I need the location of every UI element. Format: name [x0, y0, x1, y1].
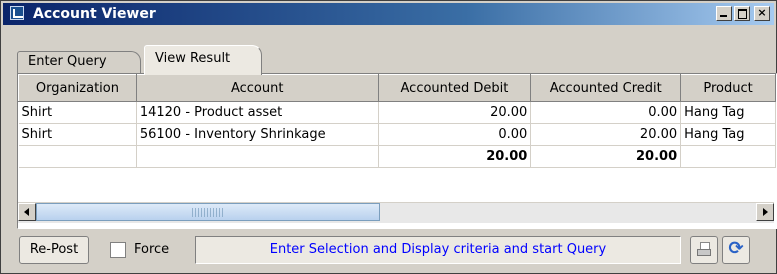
- close-button[interactable]: ×: [754, 6, 770, 21]
- refresh-button[interactable]: ⟳: [722, 236, 750, 264]
- tab-view-result[interactable]: View Result: [144, 45, 262, 75]
- repost-button[interactable]: Re-Post: [19, 236, 89, 264]
- horizontal-scrollbar[interactable]: [18, 202, 774, 223]
- tab-enter-query[interactable]: Enter Query: [17, 51, 141, 73]
- total-credit: 20.00: [530, 145, 682, 168]
- column-header-accounted-debit[interactable]: Accounted Debit: [377, 74, 532, 102]
- cell-organization[interactable]: Shirt: [18, 123, 137, 146]
- cell-empty: [680, 145, 776, 168]
- cell-account[interactable]: 14120 - Product asset: [136, 101, 379, 124]
- totals-row: 20.00 20.00: [18, 145, 776, 168]
- status-message: Enter Selection and Display criteria and…: [195, 236, 681, 264]
- force-checkbox[interactable]: [110, 242, 126, 258]
- table-row[interactable]: Shirt 14120 - Product asset 20.00 0.00 H…: [18, 101, 776, 124]
- refresh-icon: ⟳: [728, 238, 744, 259]
- result-table: Organization Account Accounted Debit Acc…: [18, 74, 776, 168]
- title-bar[interactable]: Account Viewer ×: [3, 3, 774, 25]
- bottom-toolbar: Re-Post Force Enter Selection and Displa…: [17, 233, 775, 269]
- column-header-organization[interactable]: Organization: [18, 74, 137, 102]
- maximize-button[interactable]: [734, 6, 750, 21]
- tab-label: Enter Query: [28, 54, 107, 69]
- scroll-right-arrow-icon[interactable]: [756, 203, 774, 221]
- cell-account[interactable]: 56100 - Inventory Shrinkage: [136, 123, 379, 146]
- window-title: Account Viewer: [33, 6, 156, 22]
- tab-label: View Result: [155, 51, 231, 66]
- table-row[interactable]: Shirt 56100 - Inventory Shrinkage 0.00 2…: [18, 123, 776, 146]
- minimize-button[interactable]: [716, 6, 732, 21]
- cell-credit[interactable]: 20.00: [530, 123, 682, 146]
- column-header-product[interactable]: Product: [680, 74, 776, 102]
- scroll-left-arrow-icon[interactable]: [18, 203, 36, 221]
- scrollbar-grip-icon: [192, 208, 224, 217]
- total-debit: 20.00: [378, 145, 532, 168]
- cell-product[interactable]: Hang Tag: [680, 123, 776, 146]
- cell-empty: [18, 145, 137, 168]
- print-button[interactable]: [690, 236, 718, 264]
- column-header-accounted-credit[interactable]: Accounted Credit: [530, 74, 682, 102]
- result-panel: Organization Account Accounted Debit Acc…: [17, 73, 777, 229]
- account-viewer-window: Account Viewer × Enter Query View Result…: [0, 0, 777, 274]
- cell-debit[interactable]: 0.00: [378, 123, 532, 146]
- column-header-account[interactable]: Account: [135, 74, 379, 102]
- cell-credit[interactable]: 0.00: [530, 101, 682, 124]
- scrollbar-thumb[interactable]: [36, 203, 380, 221]
- force-label: Force: [134, 242, 170, 257]
- cell-product[interactable]: Hang Tag: [680, 101, 776, 124]
- cell-organization[interactable]: Shirt: [18, 101, 137, 124]
- window-app-icon: [10, 6, 24, 20]
- cell-debit[interactable]: 20.00: [378, 101, 532, 124]
- print-icon: [697, 242, 711, 258]
- cell-empty: [136, 145, 379, 168]
